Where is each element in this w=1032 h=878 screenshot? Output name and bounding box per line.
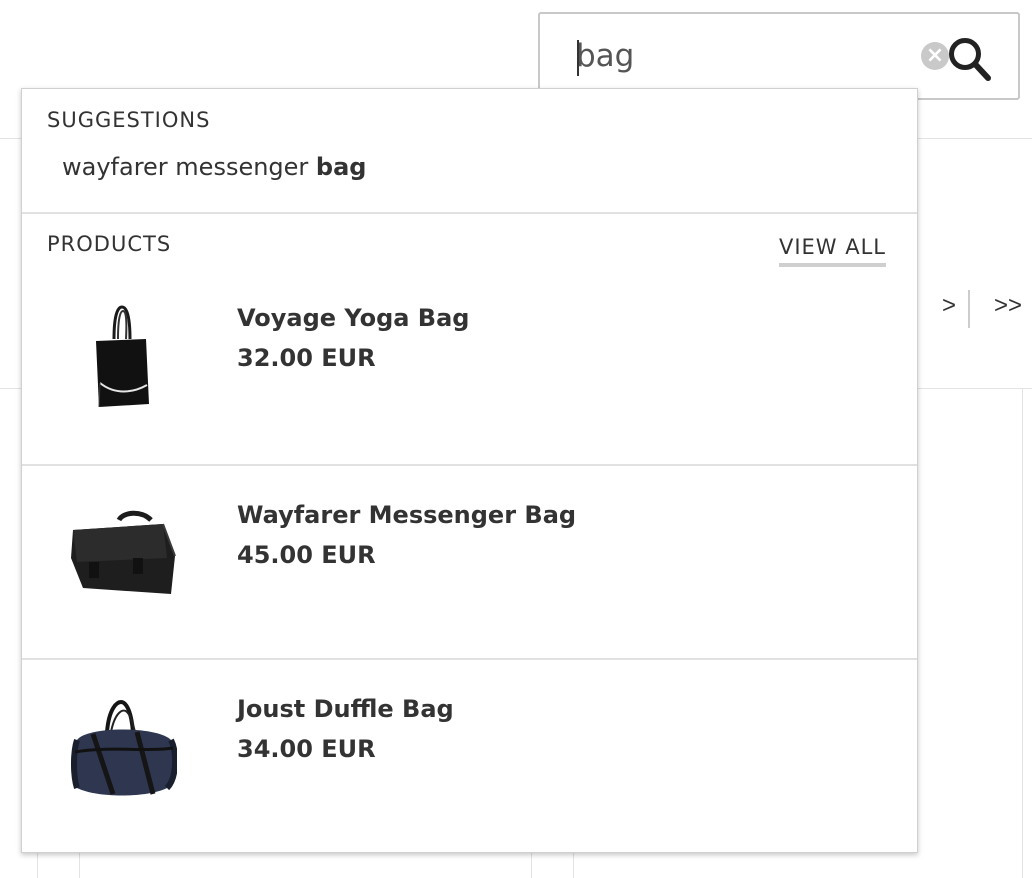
pager-next-button[interactable]: >	[942, 292, 956, 320]
search-box: ×	[538, 12, 1020, 100]
product-price: 45.00 EUR	[237, 541, 376, 569]
suggestion-item[interactable]: wayfarer messenger bag	[62, 153, 366, 181]
view-all-link[interactable]: VIEW ALL	[778, 235, 886, 267]
search-icon	[949, 38, 991, 81]
grid-line	[531, 852, 532, 878]
text-caret	[577, 40, 579, 76]
product-name: Joust Duffle Bag	[237, 695, 454, 723]
product-item[interactable]: Voyage Yoga Bag 32.00 EUR	[22, 269, 917, 463]
product-item[interactable]: Joust Duffle Bag 34.00 EUR	[22, 660, 917, 854]
product-name: Wayfarer Messenger Bag	[237, 501, 577, 529]
grid-line	[1022, 388, 1023, 878]
suggestions-title: SUGGESTIONS	[47, 108, 211, 132]
product-item[interactable]: Wayfarer Messenger Bag 45.00 EUR	[22, 466, 917, 660]
autocomplete-dropdown: SUGGESTIONS wayfarer messenger bag PRODU…	[21, 88, 918, 853]
pager-separator	[968, 290, 970, 328]
product-image	[67, 690, 179, 800]
grid-line	[37, 852, 38, 878]
product-image	[67, 299, 177, 409]
clear-search-icon[interactable]: ×	[921, 42, 949, 70]
suggestion-match: bag	[315, 153, 367, 181]
suggestion-prefix: wayfarer messenger	[62, 153, 316, 181]
section-divider	[22, 212, 917, 214]
search-input[interactable]	[576, 34, 906, 78]
product-price: 32.00 EUR	[237, 344, 376, 372]
search-button[interactable]	[947, 36, 993, 84]
product-image	[67, 496, 177, 606]
tote-bag-image	[96, 305, 149, 408]
grid-line	[573, 852, 574, 878]
product-price: 34.00 EUR	[237, 735, 376, 763]
product-name: Voyage Yoga Bag	[237, 304, 470, 332]
duffle-bag-image	[71, 699, 179, 796]
products-title: PRODUCTS	[47, 232, 172, 256]
grid-line	[79, 852, 80, 878]
messenger-bag-image	[71, 510, 176, 594]
pager-last-button[interactable]: >>	[994, 292, 1022, 320]
